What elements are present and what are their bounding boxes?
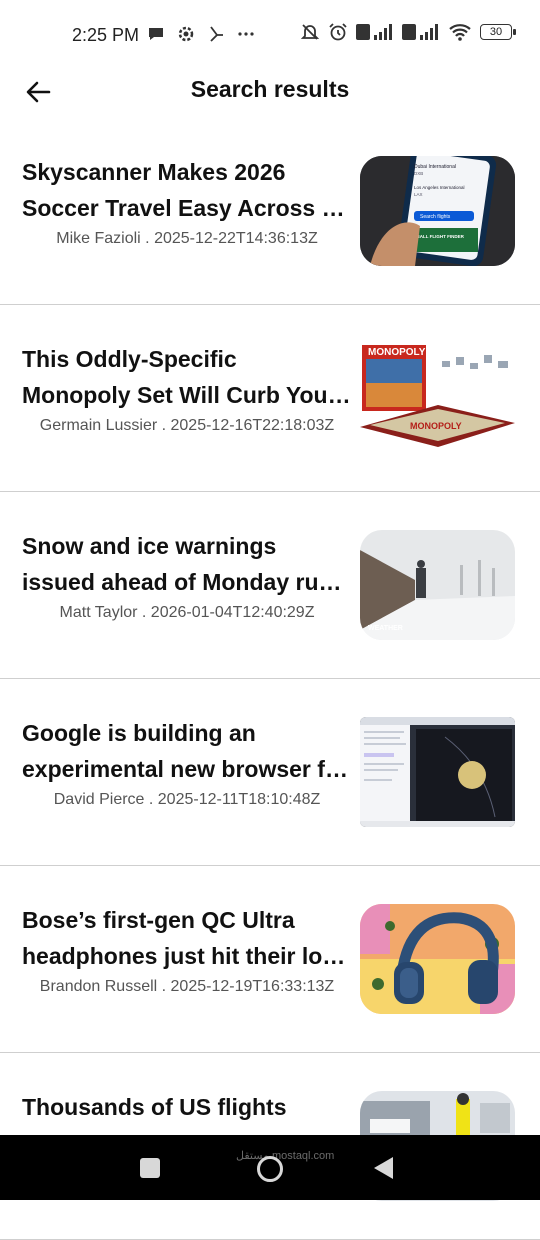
result-title: Google is building an experimental new b… xyxy=(22,715,352,787)
result-meta: David Pierce . 2025-12-11T18:10:48Z xyxy=(53,791,321,808)
thumb-text: DXB xyxy=(414,171,423,176)
result-item[interactable]: This Oddly-Specific Monopoly Set Will Cu… xyxy=(0,305,540,492)
volte-signal-icon xyxy=(356,24,392,40)
result-item[interactable]: Skyscanner Makes 2026 Soccer Travel Easy… xyxy=(0,118,540,305)
watermark: مستقل mostaql.com xyxy=(236,1150,335,1162)
accessibility-icon xyxy=(210,26,223,42)
thumb-text: MONOPOLY xyxy=(368,347,426,358)
result-thumbnail: MONOPOLY MONOPOLY xyxy=(360,343,515,453)
back-nav-button[interactable] xyxy=(374,1157,393,1179)
result-item[interactable]: Google is building an experimental new b… xyxy=(0,679,540,866)
result-title-line: Monopoly Set Will Curb Your Travel Cravi… xyxy=(22,382,352,408)
result-title-line: headphones just hit their lowest price xyxy=(22,943,352,969)
result-title: Thousands of US flights xyxy=(22,1089,352,1125)
result-meta: Germain Lussier . 2025-12-16T22:18:03Z xyxy=(39,417,335,434)
result-title: This Oddly-Specific Monopoly Set Will Cu… xyxy=(22,341,352,413)
result-title-line: Thousands of US flights xyxy=(22,1094,287,1120)
app-header: Search results xyxy=(0,66,540,116)
more-dots-icon xyxy=(238,32,254,36)
settings-gear-icon xyxy=(178,26,194,42)
result-meta: Mike Fazioli . 2025-12-22T14:36:13Z xyxy=(56,230,318,247)
mute-bell-icon xyxy=(300,24,320,40)
thumb-text: MONOPOLY xyxy=(410,421,462,431)
page-title: Search results xyxy=(190,76,350,102)
result-thumbnail: Dubai International DXB Los Angeles Inte… xyxy=(360,156,515,266)
browser-screenshot-thumbnail xyxy=(360,717,515,827)
thumb-text: Dubai International xyxy=(414,164,456,170)
headphones-thumbnail xyxy=(360,904,515,1014)
snowy-street-thumbnail: WEATHER xyxy=(360,530,515,640)
result-title: Skyscanner Makes 2026 Soccer Travel Easy… xyxy=(22,154,352,226)
result-thumbnail: WEATHER xyxy=(360,530,515,640)
volte-signal-icon xyxy=(402,24,438,40)
status-right-icons: 30 xyxy=(300,22,516,42)
result-title: Snow and ice warnings issued ahead of Mo… xyxy=(22,528,352,600)
result-thumbnail xyxy=(360,904,515,1014)
thumb-text: WEATHER xyxy=(368,625,403,632)
result-item[interactable]: Snow and ice warnings issued ahead of Mo… xyxy=(0,492,540,679)
wifi-icon xyxy=(449,24,471,41)
thumb-text: Search flights xyxy=(420,214,451,220)
result-title-line: Snow and ice warnings xyxy=(22,533,277,559)
result-title-line: issued ahead of Monday rush hour xyxy=(22,569,352,595)
result-thumbnail xyxy=(360,717,515,827)
chat-bubble-icon xyxy=(149,28,163,40)
thumb-text: LAX xyxy=(414,192,423,197)
home-button[interactable] xyxy=(257,1156,283,1182)
result-meta: Brandon Russell . 2025-12-19T16:33:13Z xyxy=(39,978,335,995)
battery-icon: 30 xyxy=(480,24,516,40)
result-title-line: Bose’s first-gen QC Ultra xyxy=(22,907,295,933)
search-results-list: Skyscanner Makes 2026 Soccer Travel Easy… xyxy=(0,118,540,1240)
status-time: 2:25 PM xyxy=(72,25,140,45)
recent-apps-button[interactable] xyxy=(140,1158,160,1178)
result-title-line: Skyscanner Makes 2026 xyxy=(22,159,286,185)
result-title-line: experimental new browser for AI xyxy=(22,756,352,782)
status-bar: 2:25 PM 30 xyxy=(0,0,540,70)
result-meta: Matt Taylor . 2026-01-04T12:40:29Z xyxy=(59,604,315,621)
status-left-icons xyxy=(146,24,256,44)
result-title-line: Soccer Travel Easy Across the Host Citie… xyxy=(22,195,352,221)
alarm-icon xyxy=(329,23,347,41)
thumb-text: Los Angeles International xyxy=(414,185,465,190)
result-item[interactable]: Bose’s first-gen QC Ultra headphones jus… xyxy=(0,866,540,1053)
result-title: Bose’s first-gen QC Ultra headphones jus… xyxy=(22,902,352,974)
phone-app-thumbnail: Dubai International DXB Los Angeles Inte… xyxy=(360,156,515,266)
system-nav-bar: مستقل mostaql.com xyxy=(0,1135,540,1200)
result-title-line: This Oddly-Specific xyxy=(22,346,237,372)
result-title-line: Google is building an xyxy=(22,720,256,746)
monopoly-board-thumbnail: MONOPOLY MONOPOLY xyxy=(360,343,515,453)
